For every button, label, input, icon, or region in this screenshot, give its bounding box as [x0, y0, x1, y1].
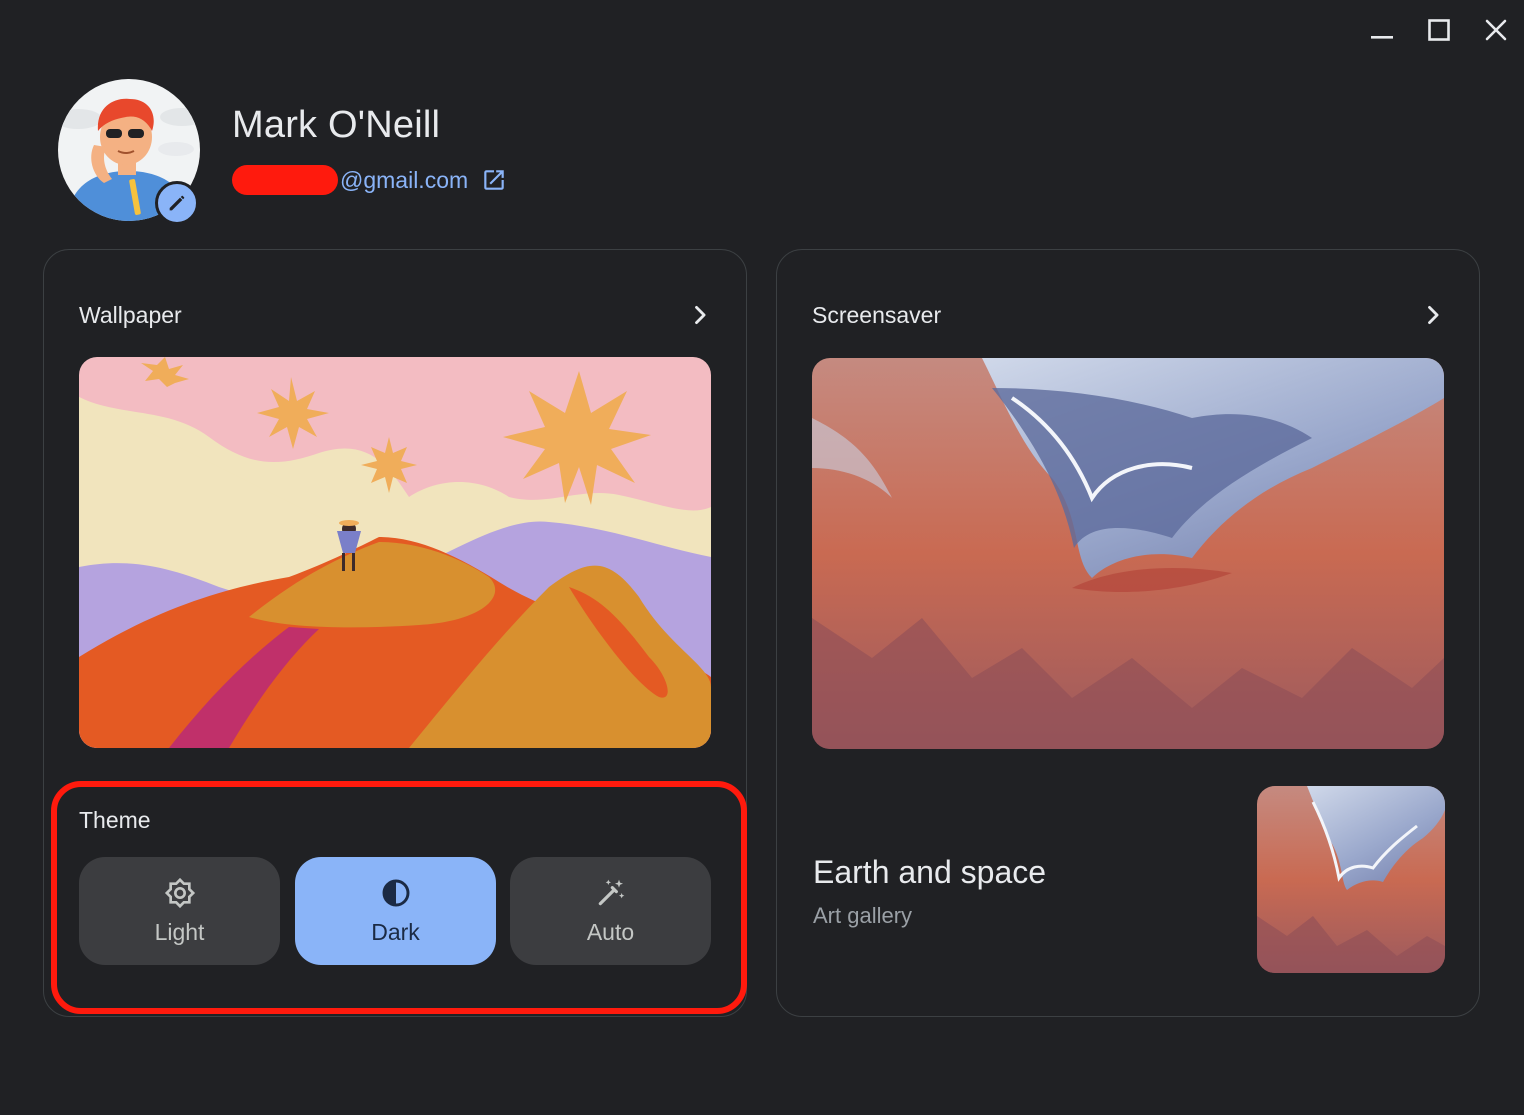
brightness-icon	[164, 877, 195, 908]
theme-light-button[interactable]: Light	[79, 857, 280, 965]
user-name: Mark O'Neill	[232, 104, 441, 146]
theme-light-label: Light	[154, 918, 205, 945]
wallpaper-header[interactable]: Wallpaper	[79, 298, 714, 332]
close-icon	[1485, 19, 1507, 41]
minimize-icon	[1371, 36, 1393, 39]
theme-auto-button[interactable]: Auto	[510, 857, 711, 965]
contrast-icon	[382, 879, 409, 906]
theme-dark-button[interactable]: Dark	[295, 857, 496, 965]
chevron-right-icon	[695, 306, 706, 324]
chevron-right-icon	[1428, 306, 1439, 324]
maximize-icon	[1428, 19, 1450, 41]
wallpaper-title: Wallpaper	[79, 301, 182, 328]
minimize-button[interactable]	[1364, 12, 1400, 48]
personalization-window: Mark O'Neill @gmail.com Wallpaper Theme …	[0, 0, 1524, 1115]
wallpaper-preview[interactable]	[79, 357, 711, 748]
close-button[interactable]	[1478, 12, 1514, 48]
screensaver-album-title: Earth and space	[813, 854, 1047, 890]
screensaver-header[interactable]: Screensaver	[812, 298, 1447, 332]
screensaver-card: Screensaver Earth and space Art gallery	[776, 249, 1480, 1017]
maximize-button[interactable]	[1421, 12, 1457, 48]
email-redaction	[232, 165, 338, 195]
theme-label: Theme	[79, 807, 151, 833]
edit-avatar-button[interactable]	[155, 181, 199, 225]
theme-auto-label: Auto	[586, 918, 635, 945]
email-link[interactable]: @gmail.com	[232, 164, 507, 196]
theme-dark-label: Dark	[371, 918, 420, 945]
screensaver-album-thumbnail[interactable]	[1257, 786, 1445, 973]
magic-wand-icon	[598, 879, 624, 905]
wallpaper-card: Wallpaper Theme Light Dark Auto	[43, 249, 747, 1017]
screensaver-preview[interactable]	[812, 358, 1444, 749]
pencil-icon	[169, 195, 185, 211]
screensaver-album-subtitle: Art gallery	[813, 903, 913, 928]
open-in-new-icon[interactable]	[481, 167, 507, 193]
screensaver-title: Screensaver	[812, 301, 942, 328]
email-domain: @gmail.com	[340, 166, 469, 193]
